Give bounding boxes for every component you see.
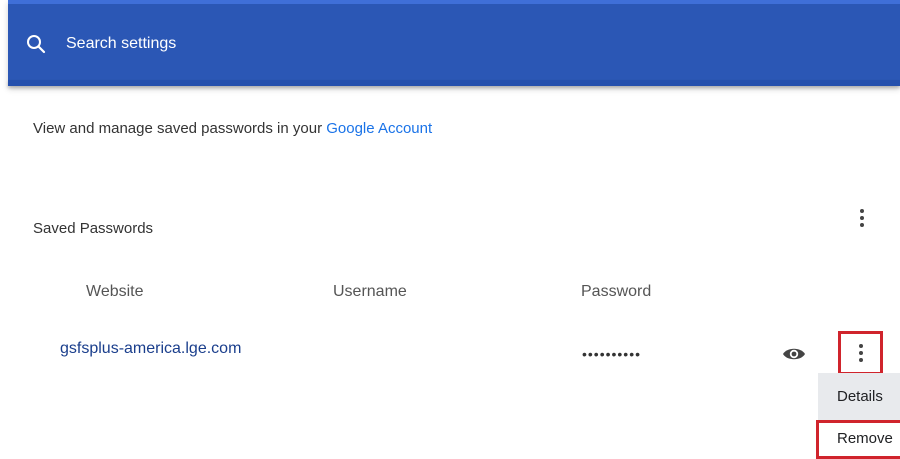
row-actions-menu: Details Remove: [818, 373, 900, 459]
password-row-password: ••••••••••: [582, 346, 642, 362]
column-header-username: Username: [333, 283, 407, 300]
saved-passwords-title: Saved Passwords: [33, 220, 154, 237]
column-header-password: Password: [581, 283, 652, 300]
more-vert-icon: [849, 341, 873, 365]
search-bar-shadow: [8, 80, 900, 86]
search-icon[interactable]: [24, 32, 48, 56]
row-more-actions-button[interactable]: [838, 331, 883, 375]
manage-passwords-text: View and manage saved passwords in your …: [33, 120, 432, 137]
settings-search-bar: [8, 0, 900, 86]
column-header-website: Website: [86, 283, 144, 300]
google-account-link[interactable]: Google Account: [326, 120, 432, 137]
search-input[interactable]: [66, 28, 666, 60]
saved-passwords-more-icon[interactable]: [850, 206, 874, 230]
manage-passwords-label: View and manage saved passwords in your: [33, 120, 327, 137]
menu-item-remove[interactable]: Remove: [818, 421, 900, 459]
menu-item-details[interactable]: Details: [818, 373, 900, 421]
password-row-website[interactable]: gsfsplus-america.lge.com: [60, 340, 241, 358]
show-password-eye-icon[interactable]: [782, 344, 806, 364]
